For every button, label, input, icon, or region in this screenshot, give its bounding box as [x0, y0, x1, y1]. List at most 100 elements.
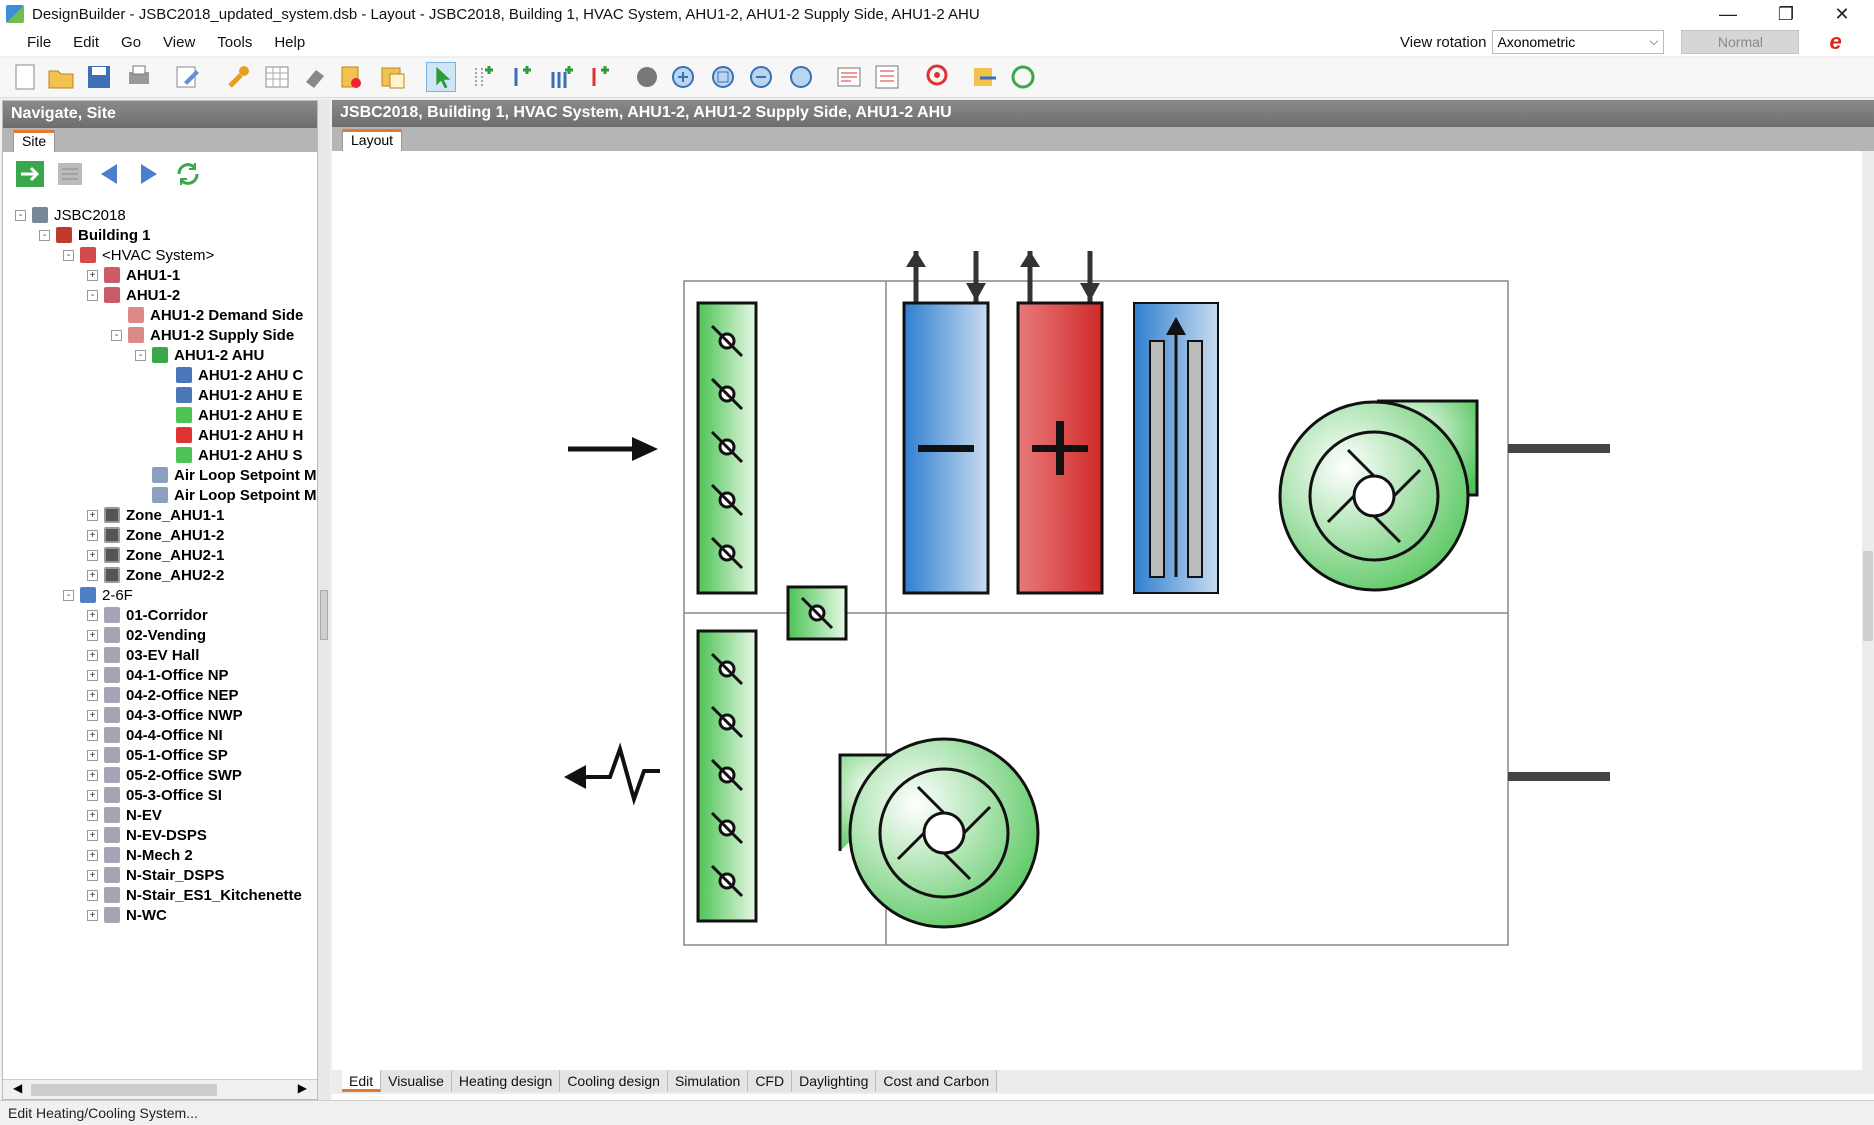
- menu-go[interactable]: Go: [110, 34, 152, 51]
- tree-node-site[interactable]: - JSBC2018: [15, 205, 126, 225]
- tree-node-zone-group[interactable]: + Zone_AHU1-2: [87, 525, 224, 545]
- tab-edit[interactable]: Edit: [342, 1070, 382, 1092]
- expand-icon[interactable]: +: [87, 649, 98, 661]
- tree-node-zone[interactable]: +04-1-Office NP: [87, 665, 229, 685]
- tree-node-zone[interactable]: + N-EV-DSPS: [87, 825, 207, 845]
- ahu-layout-canvas[interactable]: [332, 151, 1862, 1071]
- expand-icon[interactable]: +: [87, 269, 98, 281]
- tab-cooling-design[interactable]: Cooling design: [560, 1070, 668, 1092]
- menu-edit[interactable]: Edit: [62, 34, 110, 51]
- view-rotation-select[interactable]: Axonometric ⌵: [1492, 30, 1665, 54]
- tree-node-zone[interactable]: +05-2-Office SWP: [87, 765, 242, 785]
- outdoor-air-damper-icon[interactable]: [696, 301, 758, 595]
- tree-node-zone[interactable]: +01-Corridor: [87, 605, 208, 625]
- tree-node-component[interactable]: AHU1-2 AHU C: [159, 365, 303, 385]
- scroll-left-icon[interactable]: ◀: [13, 1081, 22, 1095]
- tree-node-zone[interactable]: +02-Vending: [87, 625, 206, 645]
- tree-node-demand-side[interactable]: AHU1-2 Demand Side: [111, 305, 303, 325]
- wrench-icon[interactable]: [224, 62, 254, 92]
- menu-view[interactable]: View: [152, 34, 206, 51]
- collapse-icon[interactable]: -: [39, 229, 50, 241]
- eraser-icon[interactable]: [300, 62, 330, 92]
- tree-node-setpoint[interactable]: Air Loop Setpoint M: [135, 465, 316, 485]
- tree-node-ahu[interactable]: + AHU1-1: [87, 265, 180, 285]
- go-arrow-icon[interactable]: [15, 160, 45, 188]
- expand-icon[interactable]: +: [87, 609, 98, 621]
- zoom-out-icon[interactable]: [746, 62, 776, 92]
- tab-simulation[interactable]: Simulation: [667, 1070, 749, 1092]
- expand-icon[interactable]: +: [87, 829, 98, 841]
- tree-node-supply-side[interactable]: - AHU1-2 Supply Side: [111, 325, 294, 345]
- expand-icon[interactable]: +: [87, 729, 98, 741]
- rotate-view-icon[interactable]: [632, 62, 662, 92]
- tab-layout[interactable]: Layout: [342, 129, 403, 151]
- cooling-coil-icon[interactable]: [902, 251, 990, 595]
- designbuilder-e-logo-icon[interactable]: e: [1829, 29, 1841, 55]
- tree-node-zone[interactable]: + N-Stair_ES1_Kitchenette: [87, 885, 302, 905]
- expand-icon[interactable]: +: [87, 769, 98, 781]
- expand-icon[interactable]: +: [87, 709, 98, 721]
- heating-coil-icon[interactable]: [1016, 251, 1104, 595]
- tree-horizontal-scrollbar[interactable]: ◀ ▶: [3, 1079, 317, 1099]
- tree-node-hvac-system[interactable]: - <HVAC System>: [63, 245, 214, 265]
- menu-file[interactable]: File: [16, 34, 62, 51]
- menu-tools[interactable]: Tools: [206, 34, 263, 51]
- collapse-icon[interactable]: -: [135, 349, 146, 361]
- tab-daylighting[interactable]: Daylighting: [792, 1070, 877, 1092]
- tree-node-component[interactable]: AHU1-2 AHU E: [159, 385, 302, 405]
- scrollbar-thumb[interactable]: [1863, 551, 1873, 641]
- expand-icon[interactable]: +: [87, 889, 98, 901]
- expand-icon[interactable]: +: [87, 689, 98, 701]
- expand-icon[interactable]: +: [87, 629, 98, 641]
- component-library-icon[interactable]: [336, 62, 366, 92]
- expand-icon[interactable]: +: [87, 749, 98, 761]
- expand-icon[interactable]: +: [87, 849, 98, 861]
- report-icon[interactable]: [834, 62, 864, 92]
- expand-icon[interactable]: +: [87, 569, 98, 581]
- tree-node-component[interactable]: AHU1-2 AHU H: [159, 425, 303, 445]
- data-grid-icon[interactable]: [872, 62, 902, 92]
- tree-node-zone-group[interactable]: + Zone_AHU2-2: [87, 565, 224, 585]
- select-pointer-icon[interactable]: [426, 62, 456, 92]
- add-pipe-icon[interactable]: [546, 62, 576, 92]
- recirculation-damper-icon[interactable]: [786, 585, 848, 641]
- expand-icon[interactable]: +: [87, 549, 98, 561]
- tree-node-zone[interactable]: + N-Mech 2: [87, 845, 193, 865]
- tree-node-ahu[interactable]: - AHU1-2: [87, 285, 180, 305]
- add-component-icon[interactable]: [468, 62, 498, 92]
- forward-arrow-icon[interactable]: [133, 160, 163, 188]
- tree-node-setpoint[interactable]: Air Loop Setpoint M: [135, 485, 316, 505]
- expand-icon[interactable]: +: [87, 669, 98, 681]
- optimisation-icon[interactable]: [970, 62, 1000, 92]
- tree-node-block[interactable]: - 2-6F: [63, 585, 133, 605]
- check-target-icon[interactable]: [922, 62, 952, 92]
- carbon-analysis-icon[interactable]: [1008, 62, 1038, 92]
- expand-icon[interactable]: +: [87, 789, 98, 801]
- minimize-button[interactable]: —: [1702, 0, 1754, 28]
- edit-document-icon[interactable]: [172, 62, 202, 92]
- evaporative-cooler-icon[interactable]: [1133, 302, 1219, 594]
- tree-node-zone[interactable]: +04-3-Office NWP: [87, 705, 243, 725]
- tree-node-zone[interactable]: + N-WC: [87, 905, 167, 925]
- exhaust-air-damper-icon[interactable]: [696, 629, 758, 923]
- expand-icon[interactable]: +: [87, 529, 98, 541]
- tree-node-ahu-unit[interactable]: - AHU1-2 AHU: [135, 345, 264, 365]
- scrollbar-thumb[interactable]: [31, 1084, 217, 1096]
- collapse-icon[interactable]: -: [15, 209, 26, 221]
- table-icon[interactable]: [262, 62, 292, 92]
- new-file-icon[interactable]: [10, 62, 40, 92]
- restore-button[interactable]: ❐: [1760, 0, 1812, 28]
- tab-visualise[interactable]: Visualise: [381, 1070, 452, 1092]
- tree-node-zone[interactable]: +05-1-Office SP: [87, 745, 228, 765]
- tree-node-zone[interactable]: +03-EV Hall: [87, 645, 199, 665]
- normal-view-button[interactable]: Normal: [1681, 30, 1800, 54]
- zoom-in-icon[interactable]: [668, 62, 698, 92]
- zoom-window-icon[interactable]: [786, 62, 816, 92]
- add-setpoint-icon[interactable]: [584, 62, 614, 92]
- tree-node-zone[interactable]: +04-4-Office NI: [87, 725, 223, 745]
- tree-node-component[interactable]: AHU1-2 AHU E: [159, 405, 302, 425]
- list-view-icon[interactable]: [55, 160, 85, 188]
- expand-icon[interactable]: +: [87, 909, 98, 921]
- close-button[interactable]: ✕: [1816, 0, 1868, 28]
- tree-node-zone[interactable]: +04-2-Office NEP: [87, 685, 239, 705]
